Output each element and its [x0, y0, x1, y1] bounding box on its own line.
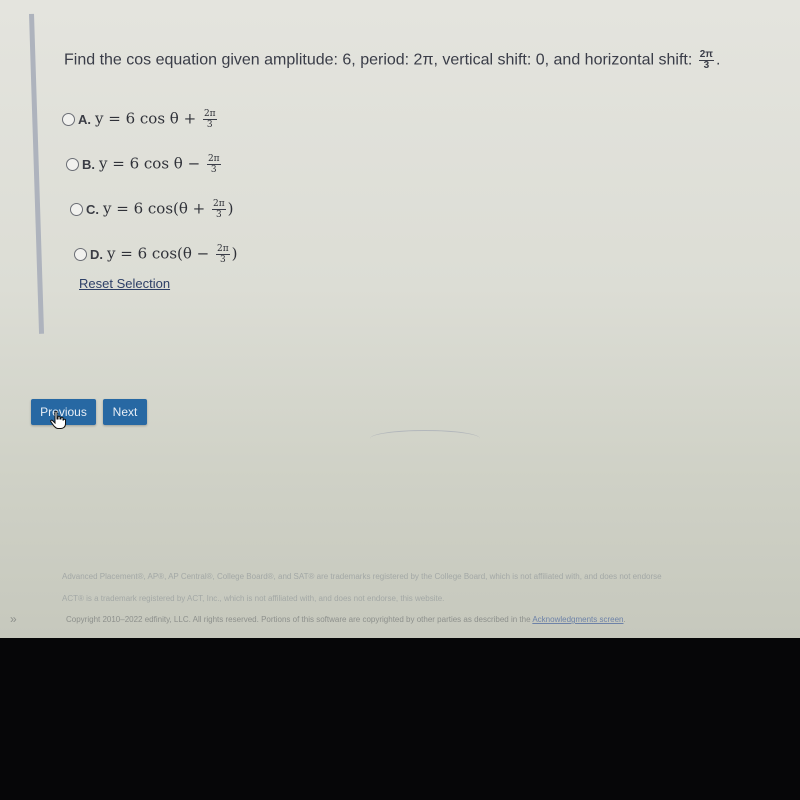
question-prefix: Find the cos equation given amplitude: 6… [64, 51, 693, 69]
option-c[interactable]: C. y = 6 cos(θ + 2π 3) [70, 197, 238, 221]
screen-smudge [370, 430, 480, 447]
option-a[interactable]: A. y = 6 cos θ + 2π 3 [62, 107, 238, 131]
footer-trademark-ap: Advanced Placement®, AP®, AP Central®, C… [62, 572, 662, 581]
option-equation: y = 6 cos(θ + 2π 3) [103, 198, 234, 220]
option-b[interactable]: B. y = 6 cos θ − 2π 3 [66, 152, 238, 176]
radio-button[interactable] [70, 202, 83, 216]
monitor-bezel [0, 638, 800, 800]
acknowledgments-link[interactable]: Acknowledgments screen [532, 615, 623, 624]
left-border-rule [29, 13, 45, 334]
option-d[interactable]: D. y = 6 cos(θ − 2π 3) [74, 242, 238, 266]
hand-pointer-cursor-icon [50, 411, 66, 429]
expand-chevron-icon[interactable]: » [10, 612, 17, 626]
screen: Find the cos equation given amplitude: 6… [0, 0, 800, 640]
radio-button[interactable] [66, 157, 79, 171]
radio-button[interactable] [74, 247, 87, 261]
question-fraction: 2π 3 [698, 49, 714, 71]
footer-copyright: Copyright 2010–2022 edfinity, LLC. All r… [66, 615, 626, 624]
answer-options: A. y = 6 cos θ + 2π 3 B. y = 6 cos θ − 2π… [62, 107, 238, 287]
reset-selection-link[interactable]: Reset Selection [79, 276, 170, 291]
next-button[interactable]: Next [103, 399, 147, 425]
radio-button[interactable] [62, 112, 75, 126]
option-equation: y = 6 cos θ − 2π 3 [99, 153, 221, 175]
option-equation: y = 6 cos(θ − 2π 3) [107, 243, 238, 265]
footer-trademark-act: ACT® is a trademark registered by ACT, I… [62, 594, 445, 603]
question-text: Find the cos equation given amplitude: 6… [64, 49, 721, 71]
option-equation: y = 6 cos θ + 2π 3 [95, 108, 217, 130]
